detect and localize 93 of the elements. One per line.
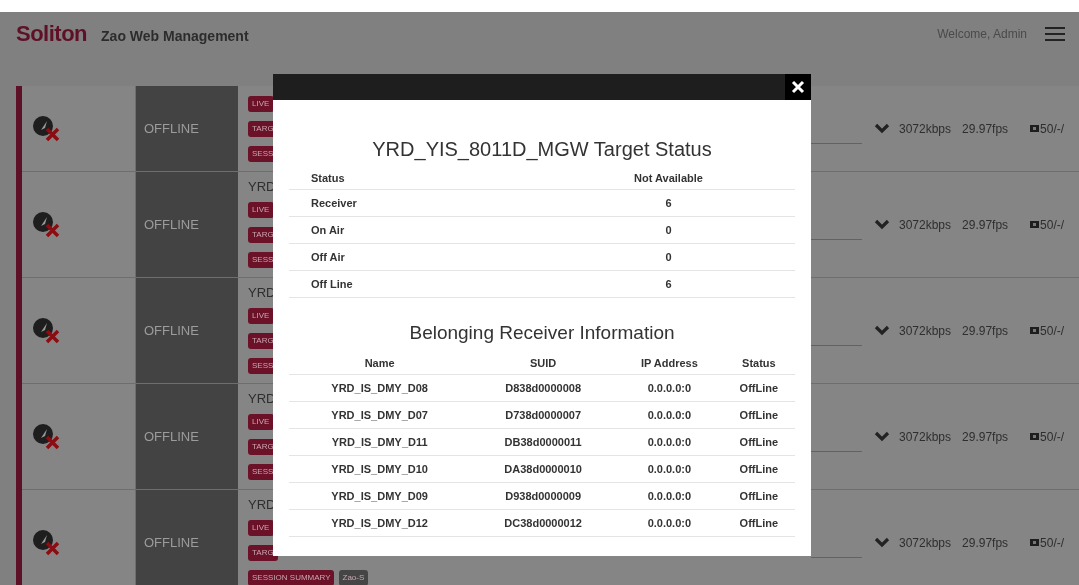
- fps-text: 29.97fps: [962, 535, 1009, 550]
- tag-badge[interactable]: LIVE: [248, 95, 274, 112]
- fps-text: 29.97fps: [962, 323, 1009, 338]
- column-header: Name: [289, 352, 471, 375]
- tag-badge[interactable]: Zao-S: [338, 569, 368, 585]
- fps-text: 29.97fps: [962, 121, 1009, 136]
- close-button[interactable]: [785, 74, 811, 100]
- chevron-down-icon[interactable]: [874, 537, 890, 548]
- section-title: Belonging Receiver Information: [408, 322, 676, 344]
- battery-text: 50/-/: [1040, 323, 1065, 338]
- column-header: SUID: [470, 352, 616, 375]
- dialog-title: YRD_YIS_8011D_MGW Target Status: [371, 138, 713, 161]
- table-cell: DB38d0000011: [470, 428, 616, 456]
- table-cell: OffLine: [722, 374, 795, 402]
- table-cell: 0: [542, 243, 795, 271]
- table-cell: YRD_IS_DMY_D08: [289, 374, 471, 402]
- logo: Soliton: [16, 21, 88, 47]
- battery-icon: [1030, 125, 1041, 132]
- column-header: Status: [722, 352, 795, 375]
- status-text: OFFLINE: [144, 429, 199, 444]
- bitrate-text: 3072kbps: [899, 217, 952, 232]
- table-cell: 6: [542, 189, 795, 217]
- battery-icon: [1030, 433, 1041, 440]
- battery-text: 50/-/: [1040, 217, 1065, 232]
- offline-compass-icon: [32, 210, 60, 239]
- battery-icon: [1030, 221, 1041, 228]
- battery-icon: [1030, 327, 1041, 334]
- bitrate-text: 3072kbps: [899, 121, 952, 136]
- input-underline[interactable]: [811, 239, 862, 240]
- fps-text: 29.97fps: [962, 429, 1009, 444]
- status-text: OFFLINE: [144, 217, 199, 232]
- bitrate-text: 3072kbps: [899, 429, 952, 444]
- table-cell: DC38d0000012: [470, 509, 616, 537]
- table-cell: Off Air: [289, 243, 542, 271]
- table-cell: OffLine: [722, 428, 795, 456]
- table-cell: YRD_IS_DMY_D10: [289, 455, 471, 483]
- menu-button[interactable]: [1045, 26, 1065, 42]
- tag-badge[interactable]: LIVE: [248, 413, 274, 430]
- table-cell: YRD_IS_DMY_D09: [289, 482, 471, 510]
- table-cell: Off Line: [289, 270, 542, 298]
- battery-text: 50/-/: [1040, 121, 1065, 136]
- battery-text: 50/-/: [1040, 429, 1065, 444]
- bitrate-text: 3072kbps: [899, 323, 952, 338]
- offline-compass-icon: [32, 316, 60, 345]
- table-cell: 0.0.0.0:0: [616, 455, 723, 483]
- table-cell: OffLine: [722, 509, 795, 537]
- table-cell: OffLine: [722, 482, 795, 510]
- column-header: Not Available: [542, 167, 795, 190]
- tag-badge[interactable]: SESSION SUMMARY: [248, 569, 334, 585]
- battery-text: 50/-/: [1040, 535, 1065, 550]
- status-text: OFFLINE: [144, 121, 199, 136]
- input-underline[interactable]: [811, 451, 862, 452]
- table-cell: D938d0000009: [470, 482, 616, 510]
- table-cell: YRD_IS_DMY_D12: [289, 509, 471, 537]
- tag-badge[interactable]: LIVE: [248, 201, 274, 218]
- close-icon: [791, 80, 805, 94]
- battery-icon: [1030, 539, 1041, 546]
- table-cell: 0.0.0.0:0: [616, 401, 723, 429]
- table-cell: 0.0.0.0:0: [616, 482, 723, 510]
- tag-badge[interactable]: TARG: [248, 544, 278, 561]
- offline-compass-icon: [32, 422, 60, 451]
- table-cell: 0.0.0.0:0: [616, 509, 723, 537]
- table-cell: 0: [542, 216, 795, 244]
- table-cell: 0.0.0.0:0: [616, 428, 723, 456]
- offline-compass-icon: [32, 528, 60, 557]
- fps-text: 29.97fps: [962, 217, 1009, 232]
- chevron-down-icon[interactable]: [874, 123, 890, 134]
- table-cell: 6: [542, 270, 795, 298]
- offline-compass-icon: [32, 114, 60, 143]
- input-underline[interactable]: [811, 345, 862, 346]
- table-cell: DA38d0000010: [470, 455, 616, 483]
- app-title: Zao Web Management: [101, 28, 249, 44]
- chevron-down-icon[interactable]: [874, 325, 890, 336]
- input-underline[interactable]: [811, 143, 862, 144]
- status-text: OFFLINE: [144, 535, 199, 550]
- input-underline[interactable]: [811, 557, 862, 558]
- status-text: OFFLINE: [144, 323, 199, 338]
- tag-badge[interactable]: LIVE: [248, 519, 274, 536]
- table-cell: OffLine: [722, 455, 795, 483]
- bitrate-text: 3072kbps: [899, 535, 952, 550]
- chevron-down-icon[interactable]: [874, 431, 890, 442]
- table-cell: On Air: [289, 216, 542, 244]
- table-cell: OffLine: [722, 401, 795, 429]
- table-cell: D738d0000007: [470, 401, 616, 429]
- table-cell: D838d0000008: [470, 374, 616, 402]
- tag-badge[interactable]: LIVE: [248, 307, 274, 324]
- column-header: Status: [289, 167, 542, 190]
- table-cell: YRD_IS_DMY_D07: [289, 401, 471, 429]
- table-cell: Receiver: [289, 189, 542, 217]
- table-cell: YRD_IS_DMY_D11: [289, 428, 471, 456]
- column-header: IP Address: [616, 352, 723, 375]
- chevron-down-icon[interactable]: [874, 219, 890, 230]
- table-cell: 0.0.0.0:0: [616, 374, 723, 402]
